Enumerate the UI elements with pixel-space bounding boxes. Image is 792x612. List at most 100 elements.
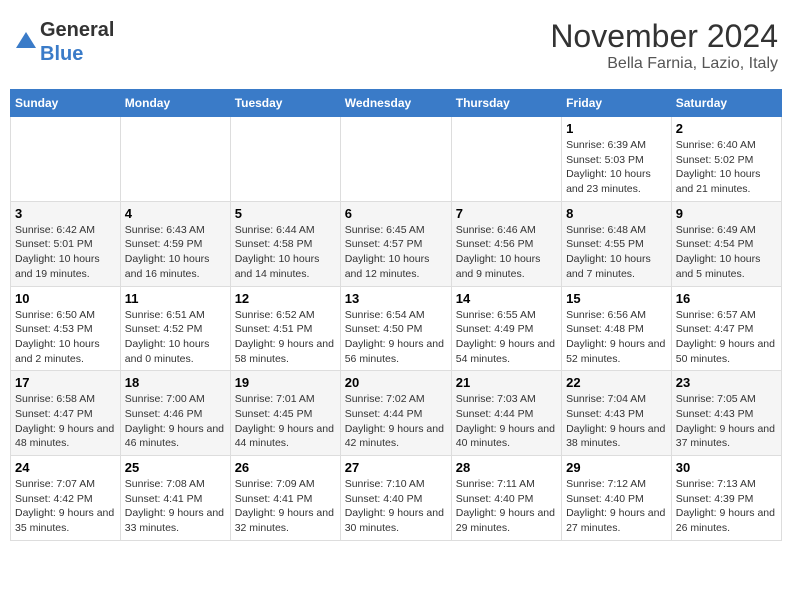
day-info: Sunrise: 6:57 AMSunset: 4:47 PMDaylight:…: [676, 308, 777, 367]
table-row: 15 Sunrise: 6:56 AMSunset: 4:48 PMDayligh…: [562, 286, 672, 371]
col-friday: Friday: [562, 90, 672, 117]
col-thursday: Thursday: [451, 90, 561, 117]
day-number: 25: [125, 460, 226, 475]
table-row: 18Sunrise: 7:00 AMSunset: 4:46 PMDayligh…: [120, 371, 230, 456]
table-row: 23 Sunrise: 7:05 AMSunset: 4:43 PMDayligh…: [671, 371, 781, 456]
month-title: November 2024: [550, 18, 778, 55]
table-row: 21 Sunrise: 7:03 AMSunset: 4:44 PMDayligh…: [451, 371, 561, 456]
day-number: 11: [125, 291, 226, 306]
day-info: Sunrise: 6:49 AMSunset: 4:54 PMDaylight:…: [676, 223, 777, 282]
day-number: 14: [456, 291, 557, 306]
day-number: 3: [15, 206, 116, 221]
day-info: Sunrise: 6:56 AMSunset: 4:48 PMDaylight:…: [566, 308, 667, 367]
day-info: Sunrise: 6:54 AMSunset: 4:50 PMDaylight:…: [345, 308, 447, 367]
day-info: Sunrise: 6:43 AMSunset: 4:59 PMDaylight:…: [125, 223, 226, 282]
table-row: [340, 117, 451, 202]
day-info: Sunrise: 6:46 AMSunset: 4:56 PMDaylight:…: [456, 223, 557, 282]
col-monday: Monday: [120, 90, 230, 117]
day-number: 2: [676, 121, 777, 136]
calendar-week-row: 1 Sunrise: 6:39 AMSunset: 5:03 PMDaylight…: [11, 117, 782, 202]
table-row: 28 Sunrise: 7:11 AMSunset: 4:40 PMDayligh…: [451, 456, 561, 541]
calendar-week-row: 10Sunrise: 6:50 AMSunset: 4:53 PMDayligh…: [11, 286, 782, 371]
col-tuesday: Tuesday: [230, 90, 340, 117]
day-info: Sunrise: 6:55 AMSunset: 4:49 PMDaylight:…: [456, 308, 557, 367]
day-info: Sunrise: 6:45 AMSunset: 4:57 PMDaylight:…: [345, 223, 447, 282]
day-number: 13: [345, 291, 447, 306]
day-info: Sunrise: 7:05 AMSunset: 4:43 PMDaylight:…: [676, 392, 777, 451]
day-info: Sunrise: 6:58 AMSunset: 4:47 PMDaylight:…: [15, 392, 116, 451]
day-info: Sunrise: 7:01 AMSunset: 4:45 PMDaylight:…: [235, 392, 336, 451]
table-row: 17 Sunrise: 6:58 AMSunset: 4:47 PMDayligh…: [11, 371, 121, 456]
table-row: 22Sunrise: 7:04 AMSunset: 4:43 PMDayligh…: [562, 371, 672, 456]
day-info: Sunrise: 6:48 AMSunset: 4:55 PMDaylight:…: [566, 223, 667, 282]
calendar-week-row: 24Sunrise: 7:07 AMSunset: 4:42 PMDayligh…: [11, 456, 782, 541]
day-number: 9: [676, 206, 777, 221]
table-row: 8 Sunrise: 6:48 AMSunset: 4:55 PMDaylight…: [562, 201, 672, 286]
day-number: 21: [456, 375, 557, 390]
day-number: 7: [456, 206, 557, 221]
table-row: 7 Sunrise: 6:46 AMSunset: 4:56 PMDaylight…: [451, 201, 561, 286]
day-number: 29: [566, 460, 667, 475]
day-number: 28: [456, 460, 557, 475]
table-row: 13 Sunrise: 6:54 AMSunset: 4:50 PMDayligh…: [340, 286, 451, 371]
day-number: 12: [235, 291, 336, 306]
logo: General Blue: [14, 18, 114, 66]
day-number: 16: [676, 291, 777, 306]
table-row: [120, 117, 230, 202]
logo-text: General Blue: [40, 18, 114, 66]
day-info: Sunrise: 7:07 AMSunset: 4:42 PMDaylight:…: [15, 477, 116, 536]
table-row: 26 Sunrise: 7:09 AMSunset: 4:41 PMDayligh…: [230, 456, 340, 541]
table-row: [11, 117, 121, 202]
col-sunday: Sunday: [11, 90, 121, 117]
day-number: 30: [676, 460, 777, 475]
day-number: 18: [125, 375, 226, 390]
day-number: 5: [235, 206, 336, 221]
table-row: 27 Sunrise: 7:10 AMSunset: 4:40 PMDayligh…: [340, 456, 451, 541]
day-number: 27: [345, 460, 447, 475]
day-number: 23: [676, 375, 777, 390]
table-row: 9 Sunrise: 6:49 AMSunset: 4:54 PMDaylight…: [671, 201, 781, 286]
table-row: 24Sunrise: 7:07 AMSunset: 4:42 PMDayligh…: [11, 456, 121, 541]
day-number: 22: [566, 375, 667, 390]
calendar-header-row: Sunday Monday Tuesday Wednesday Thursday…: [11, 90, 782, 117]
day-number: 17: [15, 375, 116, 390]
page-header: General Blue November 2024 Bella Farnia,…: [10, 10, 782, 81]
table-row: 3Sunrise: 6:42 AMSunset: 5:01 PMDaylight…: [11, 201, 121, 286]
day-number: 8: [566, 206, 667, 221]
table-row: 25Sunrise: 7:08 AMSunset: 4:41 PMDayligh…: [120, 456, 230, 541]
day-info: Sunrise: 7:12 AMSunset: 4:40 PMDaylight:…: [566, 477, 667, 536]
table-row: 14 Sunrise: 6:55 AMSunset: 4:49 PMDayligh…: [451, 286, 561, 371]
logo-general: General: [40, 18, 114, 42]
day-number: 19: [235, 375, 336, 390]
title-section: November 2024 Bella Farnia, Lazio, Italy: [550, 18, 778, 73]
day-number: 1: [566, 121, 667, 136]
calendar-table: Sunday Monday Tuesday Wednesday Thursday…: [10, 89, 782, 541]
day-info: Sunrise: 6:52 AMSunset: 4:51 PMDaylight:…: [235, 308, 336, 367]
table-row: 6Sunrise: 6:45 AMSunset: 4:57 PMDaylight…: [340, 201, 451, 286]
col-saturday: Saturday: [671, 90, 781, 117]
table-row: 1 Sunrise: 6:39 AMSunset: 5:03 PMDaylight…: [562, 117, 672, 202]
day-info: Sunrise: 7:11 AMSunset: 4:40 PMDaylight:…: [456, 477, 557, 536]
day-info: Sunrise: 7:03 AMSunset: 4:44 PMDaylight:…: [456, 392, 557, 451]
day-info: Sunrise: 6:51 AMSunset: 4:52 PMDaylight:…: [125, 308, 226, 367]
calendar-week-row: 17 Sunrise: 6:58 AMSunset: 4:47 PMDayligh…: [11, 371, 782, 456]
day-info: Sunrise: 7:13 AMSunset: 4:39 PMDaylight:…: [676, 477, 777, 536]
day-info: Sunrise: 7:02 AMSunset: 4:44 PMDaylight:…: [345, 392, 447, 451]
table-row: [230, 117, 340, 202]
day-number: 20: [345, 375, 447, 390]
table-row: 5 Sunrise: 6:44 AMSunset: 4:58 PMDaylight…: [230, 201, 340, 286]
logo-icon: [14, 30, 38, 54]
table-row: 20 Sunrise: 7:02 AMSunset: 4:44 PMDayligh…: [340, 371, 451, 456]
day-number: 4: [125, 206, 226, 221]
day-number: 26: [235, 460, 336, 475]
day-info: Sunrise: 6:39 AMSunset: 5:03 PMDaylight:…: [566, 138, 667, 197]
day-info: Sunrise: 7:10 AMSunset: 4:40 PMDaylight:…: [345, 477, 447, 536]
calendar-week-row: 3Sunrise: 6:42 AMSunset: 5:01 PMDaylight…: [11, 201, 782, 286]
day-number: 15: [566, 291, 667, 306]
day-info: Sunrise: 6:40 AMSunset: 5:02 PMDaylight:…: [676, 138, 777, 197]
table-row: 19 Sunrise: 7:01 AMSunset: 4:45 PMDayligh…: [230, 371, 340, 456]
table-row: 30 Sunrise: 7:13 AMSunset: 4:39 PMDayligh…: [671, 456, 781, 541]
table-row: 29 Sunrise: 7:12 AMSunset: 4:40 PMDayligh…: [562, 456, 672, 541]
day-info: Sunrise: 7:09 AMSunset: 4:41 PMDaylight:…: [235, 477, 336, 536]
day-info: Sunrise: 6:44 AMSunset: 4:58 PMDaylight:…: [235, 223, 336, 282]
